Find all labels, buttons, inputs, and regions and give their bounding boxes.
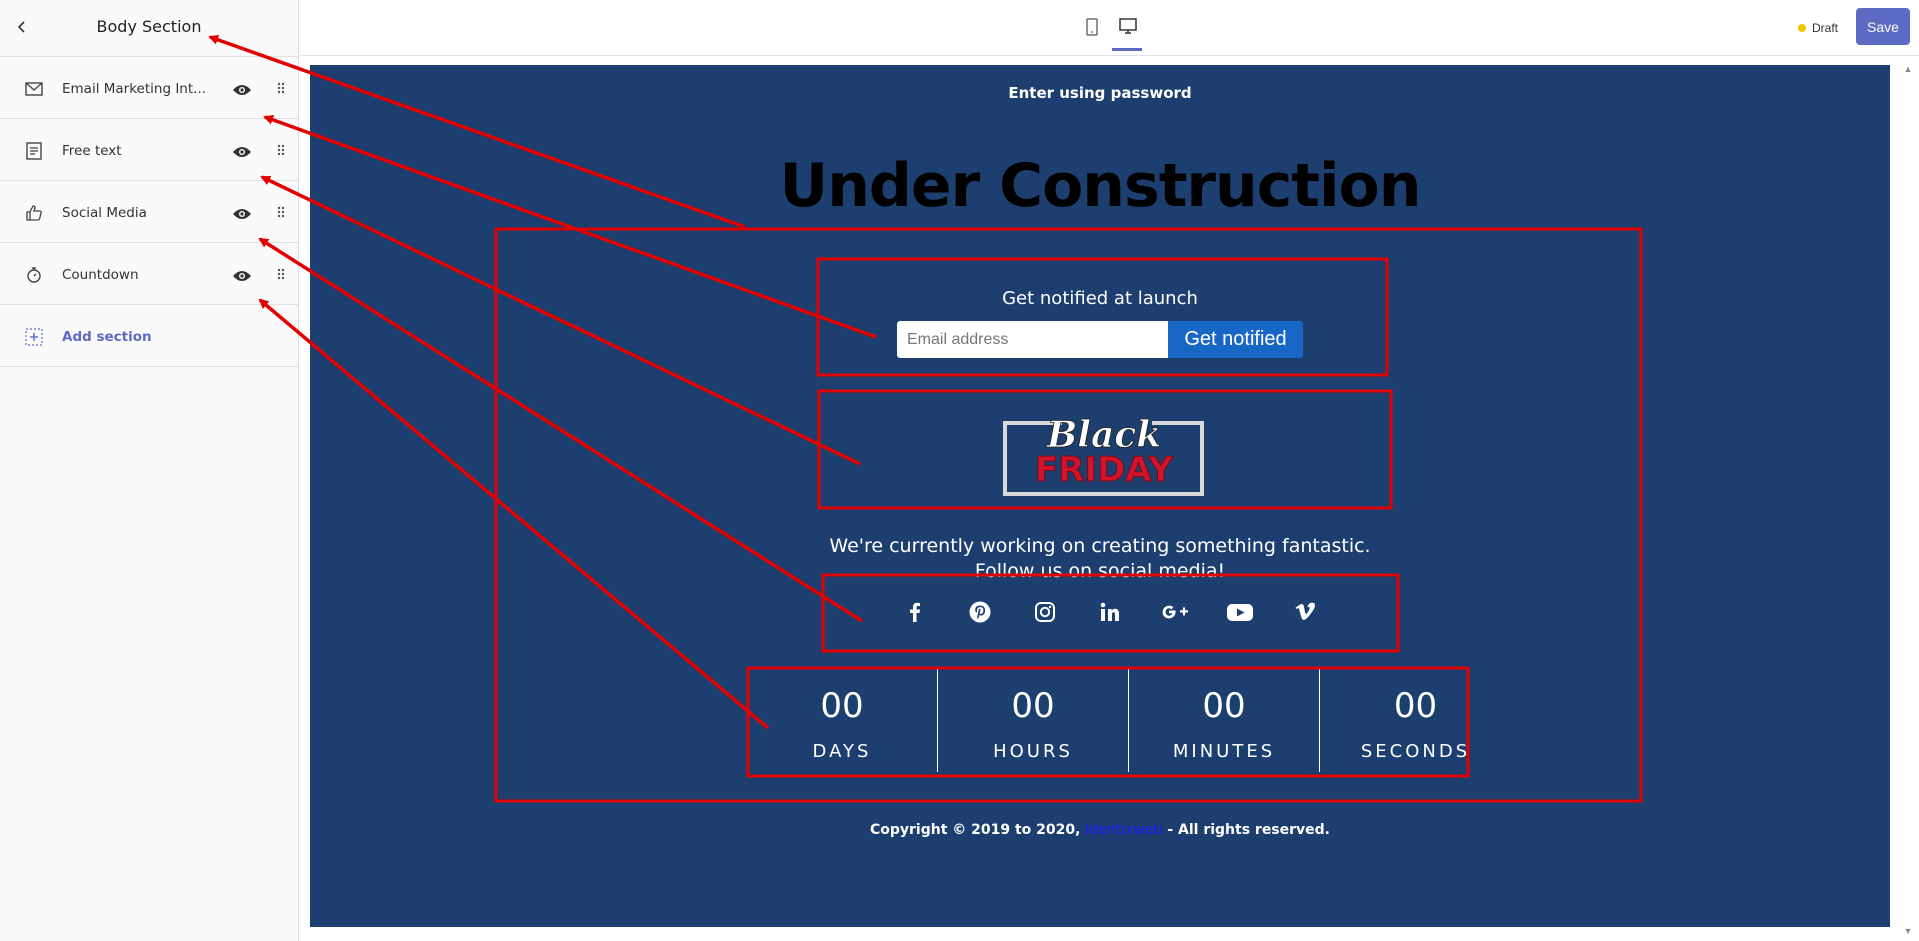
- google-plus-icon[interactable]: [1160, 597, 1190, 627]
- copyright-link[interactable]: Identixweb: [1085, 822, 1162, 838]
- sidebar-item-social-media[interactable]: Social Media: [0, 181, 298, 243]
- active-view-indicator: [1112, 48, 1142, 51]
- vimeo-icon[interactable]: [1290, 597, 1320, 627]
- save-button[interactable]: Save: [1856, 8, 1910, 45]
- instagram-icon[interactable]: [1030, 597, 1060, 627]
- status-text: Draft: [1812, 21, 1839, 35]
- youtube-icon[interactable]: [1225, 597, 1255, 627]
- scroll-up-arrow[interactable]: ▲: [1902, 64, 1914, 74]
- thumbs-up-icon: [24, 203, 44, 223]
- sidebar-item-free-text[interactable]: Free text: [0, 119, 298, 181]
- message-line-2: Follow us on social media!: [974, 560, 1226, 582]
- page-title: Under Construction: [779, 151, 1422, 221]
- drag-handle-icon[interactable]: [276, 266, 286, 282]
- add-section-label: Add section: [62, 329, 152, 345]
- add-section-button[interactable]: Add section: [0, 305, 298, 367]
- status-dot: [1798, 24, 1806, 32]
- eye-icon[interactable]: [232, 145, 252, 159]
- countdown-timer: 00 DAYS 00 HOURS 00 MINUTES 00 SECONDS: [747, 668, 1511, 772]
- mail-icon: [24, 79, 44, 99]
- sidebar-item-label: Social Media: [62, 205, 147, 221]
- eye-icon[interactable]: [232, 83, 252, 97]
- sidebar-item-email-marketing[interactable]: Email Marketing Int...: [0, 57, 298, 119]
- countdown-hours: 00 HOURS: [938, 668, 1129, 772]
- countdown-value: 00: [1011, 686, 1055, 726]
- copyright-prefix: Copyright © 2019 to 2020,: [869, 822, 1086, 838]
- get-notified-button[interactable]: Get notified: [1168, 321, 1303, 358]
- desktop-view-icon[interactable]: [1118, 16, 1138, 36]
- linkedin-icon[interactable]: [1095, 597, 1125, 627]
- countdown-seconds: 00 SECONDS: [1320, 668, 1511, 772]
- scroll-down-arrow[interactable]: ▼: [1902, 926, 1914, 936]
- countdown-label: MINUTES: [1172, 741, 1276, 762]
- sidebar-item-countdown[interactable]: Countdown: [0, 243, 298, 305]
- drag-handle-icon[interactable]: [276, 204, 286, 220]
- text-icon: [24, 141, 44, 161]
- drag-handle-icon[interactable]: [276, 80, 286, 96]
- countdown-minutes: 00 MINUTES: [1129, 668, 1320, 772]
- sidebar-item-label: Free text: [62, 143, 122, 159]
- countdown-label: DAYS: [812, 741, 872, 762]
- eye-icon[interactable]: [232, 207, 252, 221]
- status-badge: Draft: [1798, 21, 1838, 35]
- enter-password-link[interactable]: Enter using password: [310, 84, 1890, 102]
- sidebar-item-label: Email Marketing Int...: [62, 81, 207, 97]
- sidebar-header: Body Section: [0, 0, 298, 57]
- editor-app: Body Section Email Marketing Int... Free…: [0, 0, 1919, 941]
- drag-handle-icon[interactable]: [276, 142, 286, 158]
- notify-heading: Get notified at launch: [1002, 288, 1198, 309]
- sidebar: Body Section Email Marketing Int... Free…: [0, 0, 299, 941]
- preview-canvas: Enter using password Under Construction …: [310, 65, 1890, 927]
- copyright-suffix: - All rights reserved.: [1162, 822, 1331, 838]
- pinterest-icon[interactable]: [965, 597, 995, 627]
- email-input[interactable]: [897, 321, 1168, 358]
- countdown-value: 00: [1202, 686, 1246, 726]
- top-toolbar: Draft Save: [300, 0, 1919, 56]
- black-friday-logo: Black FRIDAY: [1002, 407, 1205, 497]
- sidebar-item-label: Countdown: [62, 267, 139, 283]
- eye-icon[interactable]: [232, 269, 252, 283]
- countdown-label: SECONDS: [1360, 741, 1471, 762]
- footer-copyright: Copyright © 2019 to 2020, Identixweb - A…: [310, 822, 1890, 838]
- countdown-label: HOURS: [993, 741, 1073, 762]
- social-links: [900, 597, 1320, 627]
- countdown-value: 00: [1393, 686, 1438, 726]
- logo-text-friday: FRIDAY: [1035, 450, 1173, 490]
- countdown-value: 00: [820, 686, 864, 726]
- sidebar-title: Body Section: [96, 17, 202, 36]
- stopwatch-icon: [24, 265, 44, 285]
- mobile-view-icon[interactable]: [1084, 17, 1100, 37]
- facebook-icon[interactable]: [900, 597, 930, 627]
- message-line-1: We're currently working on creating some…: [829, 535, 1371, 557]
- add-section-icon: [24, 327, 44, 347]
- countdown-days: 00 DAYS: [747, 668, 938, 772]
